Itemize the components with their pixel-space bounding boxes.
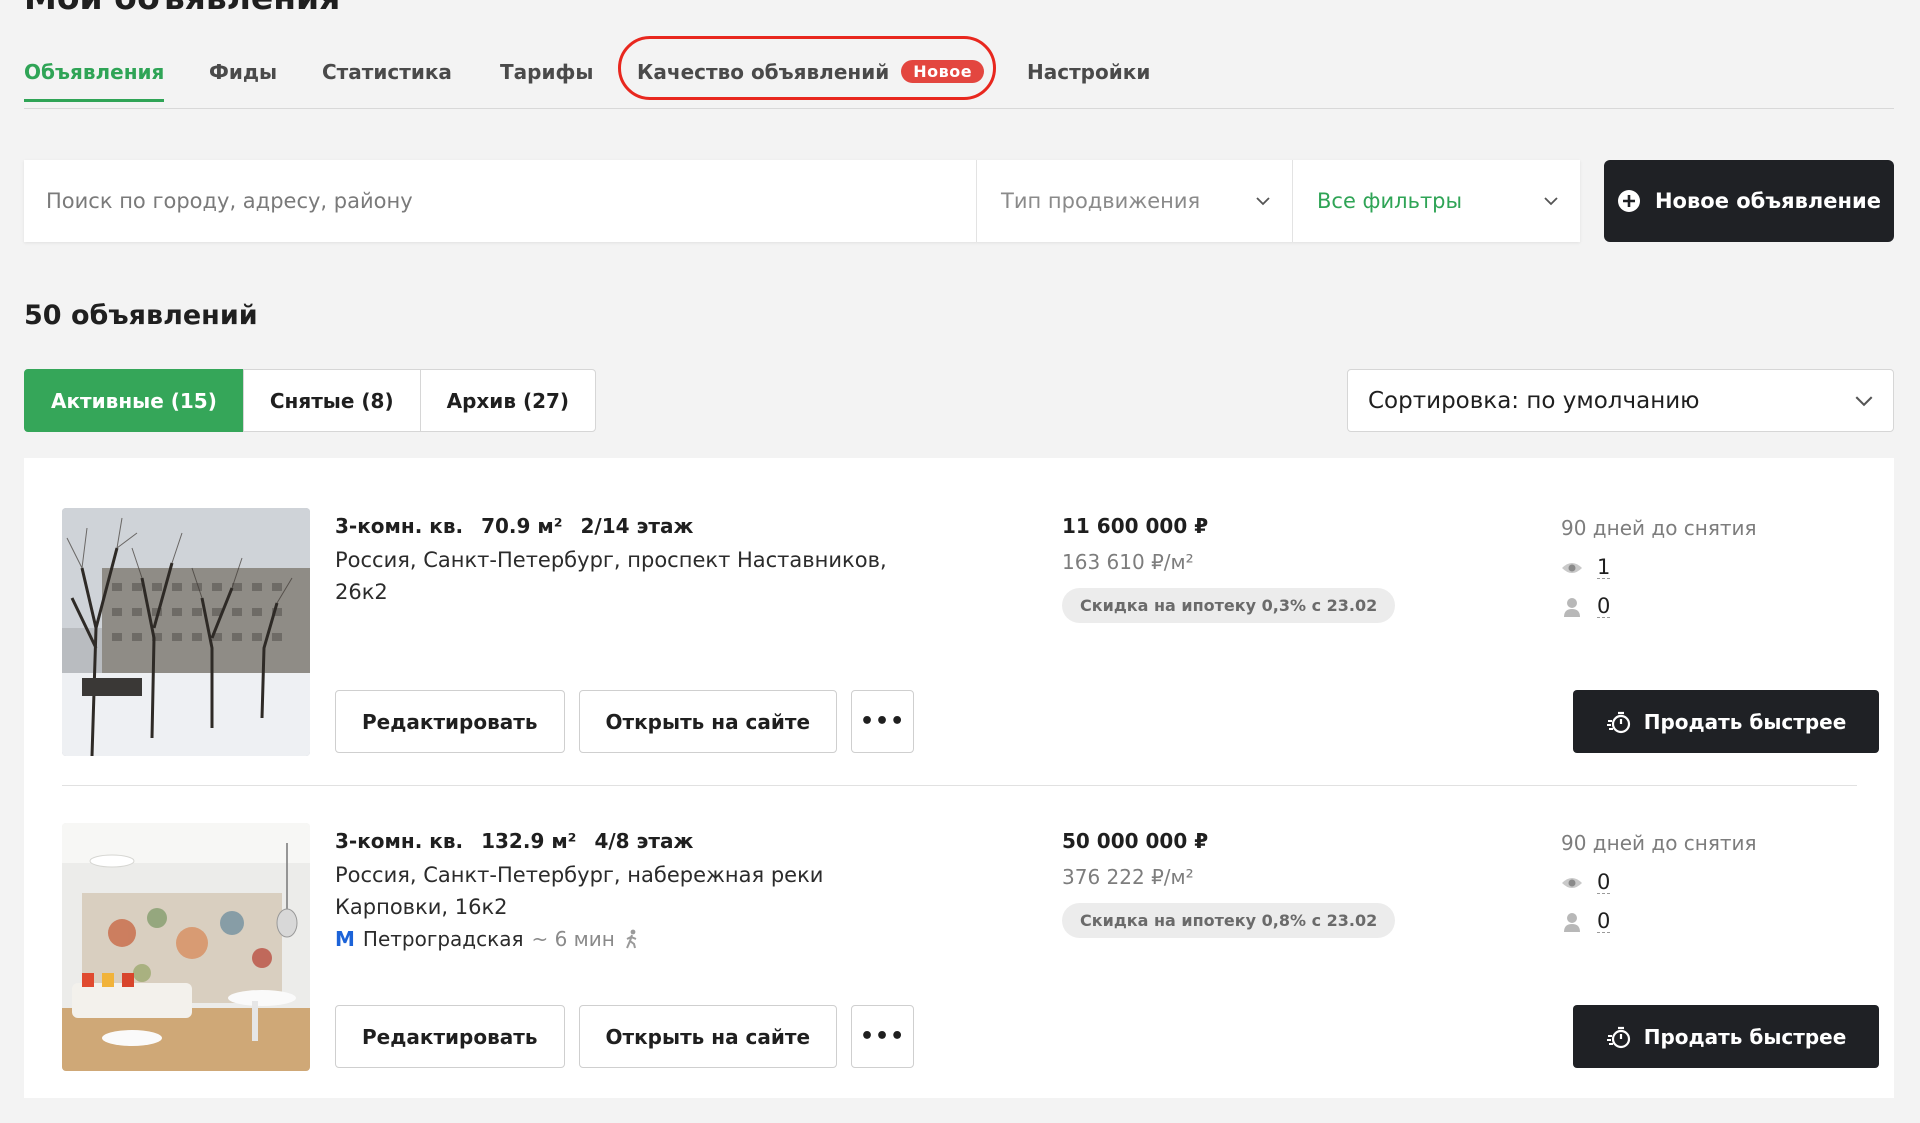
listing-photo[interactable] [62,508,310,756]
new-badge: Новое [901,60,985,83]
price-per-m2: 163 610 ₽/м² [1062,550,1194,574]
contacts-count[interactable]: 0 [1597,595,1611,618]
sell-faster-label: Продать быстрее [1643,1024,1847,1049]
edit-button[interactable]: Редактировать [335,690,565,753]
all-filters-label: Все фильтры [1317,189,1463,213]
more-options-button[interactable]: ••• [851,690,915,753]
area: 132.9 м² [481,829,577,853]
person-icon [1564,912,1580,932]
contacts-stat: 0 [1561,910,1821,933]
stopwatch-icon [1606,711,1630,733]
tab-feeds[interactable]: Фиды [209,60,277,102]
contacts-count[interactable]: 0 [1597,910,1611,933]
listing-info: 3-комн. кв. 132.9 м² 4/8 этаж Россия, Санк… [335,829,935,951]
days-until-removal: 90 дней до снятия [1561,516,1757,540]
nav-tabs: Объявления Фиды Статистика Тарифы Качест… [24,36,1894,109]
listing-card: 3-комн. кв. 132.9 м² 4/8 этаж Россия, Санк… [62,823,1879,1123]
listing-photo[interactable] [62,823,310,1071]
metro-station: Петроградская [362,927,524,951]
search-bar: Тип продвижения Все фильтры [24,160,1580,242]
metro-walk-time: ~ 6 мин [531,927,615,951]
promotion-type-label: Тип продвижения [1001,189,1201,213]
metro-info: М Петроградская ~ 6 мин [335,927,935,951]
person-icon [1564,597,1580,617]
mortgage-discount-badge: Скидка на ипотеку 0,8% с 23.02 [1062,903,1396,938]
open-on-site-button[interactable]: Открыть на сайте [578,1005,838,1068]
sort-label: Сортировка: по умолчанию [1368,387,1700,414]
status-tab-archive[interactable]: Архив (27) [419,369,597,432]
search-input[interactable] [24,160,974,242]
tab-settings[interactable]: Настройки [1027,60,1150,102]
stopwatch-icon [1606,1026,1630,1048]
mortgage-discount-badge: Скидка на ипотеку 0,3% с 23.02 [1062,588,1396,623]
rooms: 3-комн. кв. [335,514,464,538]
tab-listing-quality-label: Качество объявлений [637,60,890,84]
plus-circle-icon [1617,190,1640,212]
chevron-down-icon [1855,395,1873,406]
price-block: 11 600 000 ₽ 163 610 ₽/м² Скидка на ипот… [1062,514,1442,623]
views-count[interactable]: 1 [1597,556,1611,579]
listing-headline[interactable]: 3-комн. кв. 132.9 м² 4/8 этаж [335,829,935,853]
sort-select[interactable]: Сортировка: по умолчанию [1347,369,1894,432]
price: 11 600 000 ₽ [1062,514,1209,538]
listing-actions: Редактировать Открыть на сайте ••• [335,690,915,753]
listing-stats: 90 дней до снятия 0 0 [1561,831,1821,933]
eye-icon [1562,562,1582,573]
tab-listing-quality[interactable]: Качество объявлений Новое [637,60,985,102]
photo-living-room [62,823,310,1071]
days-until-removal: 90 дней до снятия [1561,831,1757,855]
floor: 2/14 этаж [580,514,694,538]
price-block: 50 000 000 ₽ 376 222 ₽/м² Скидка на ипот… [1062,829,1442,938]
views-stat: 0 [1561,871,1821,894]
all-filters-select[interactable]: Все фильтры [1292,160,1582,242]
photo-street-winter [62,508,310,756]
chevron-down-icon [1256,197,1270,206]
listing-actions: Редактировать Открыть на сайте ••• [335,1005,915,1068]
tab-listings[interactable]: Объявления [24,60,165,102]
listing-card: 3-комн. кв. 70.9 м² 2/14 этаж Россия, Санк… [62,508,1879,808]
new-listing-label: Новое объявление [1654,189,1881,213]
listings-list: 3-комн. кв. 70.9 м² 2/14 этаж Россия, Санк… [24,458,1894,1098]
sell-faster-button[interactable]: Продать быстрее [1573,1005,1879,1068]
sell-faster-button[interactable]: Продать быстрее [1573,690,1879,753]
promotion-type-select[interactable]: Тип продвижения [976,160,1294,242]
status-tab-active[interactable]: Активные (15) [24,369,244,432]
floor: 4/8 этаж [594,829,694,853]
divider [62,785,1857,786]
price: 50 000 000 ₽ [1062,829,1209,853]
views-stat: 1 [1561,556,1821,579]
listing-headline[interactable]: 3-комн. кв. 70.9 м² 2/14 этаж [335,514,935,538]
more-options-button[interactable]: ••• [851,1005,915,1068]
views-count[interactable]: 0 [1597,871,1611,894]
metro-icon: М [335,927,355,951]
eye-icon [1562,877,1582,888]
listings-count: 50 объявлений [24,300,258,331]
status-tabs: Активные (15) Снятые (8) Архив (27) [24,369,597,432]
tab-tariffs[interactable]: Тарифы [500,60,593,102]
listing-stats: 90 дней до снятия 1 0 [1561,516,1821,618]
area: 70.9 м² [481,514,563,538]
new-listing-button[interactable]: Новое объявление [1604,160,1894,242]
open-on-site-button[interactable]: Открыть на сайте [578,690,838,753]
rooms: 3-комн. кв. [335,829,464,853]
listing-address: Россия, Санкт-Петербург, набережная реки… [335,863,824,919]
price-per-m2: 376 222 ₽/м² [1062,865,1194,889]
walk-icon [625,929,637,949]
edit-button[interactable]: Редактировать [335,1005,565,1068]
sell-faster-label: Продать быстрее [1643,709,1847,734]
chevron-down-icon [1544,197,1558,206]
listing-info: 3-комн. кв. 70.9 м² 2/14 этаж Россия, Санк… [335,514,935,608]
contacts-stat: 0 [1561,595,1821,618]
page-title: Мои объявления [24,0,340,17]
status-tab-removed[interactable]: Снятые (8) [242,369,421,432]
tab-statistics[interactable]: Статистика [322,60,452,102]
listing-address: Россия, Санкт-Петербург, проспект Настав… [335,548,887,604]
